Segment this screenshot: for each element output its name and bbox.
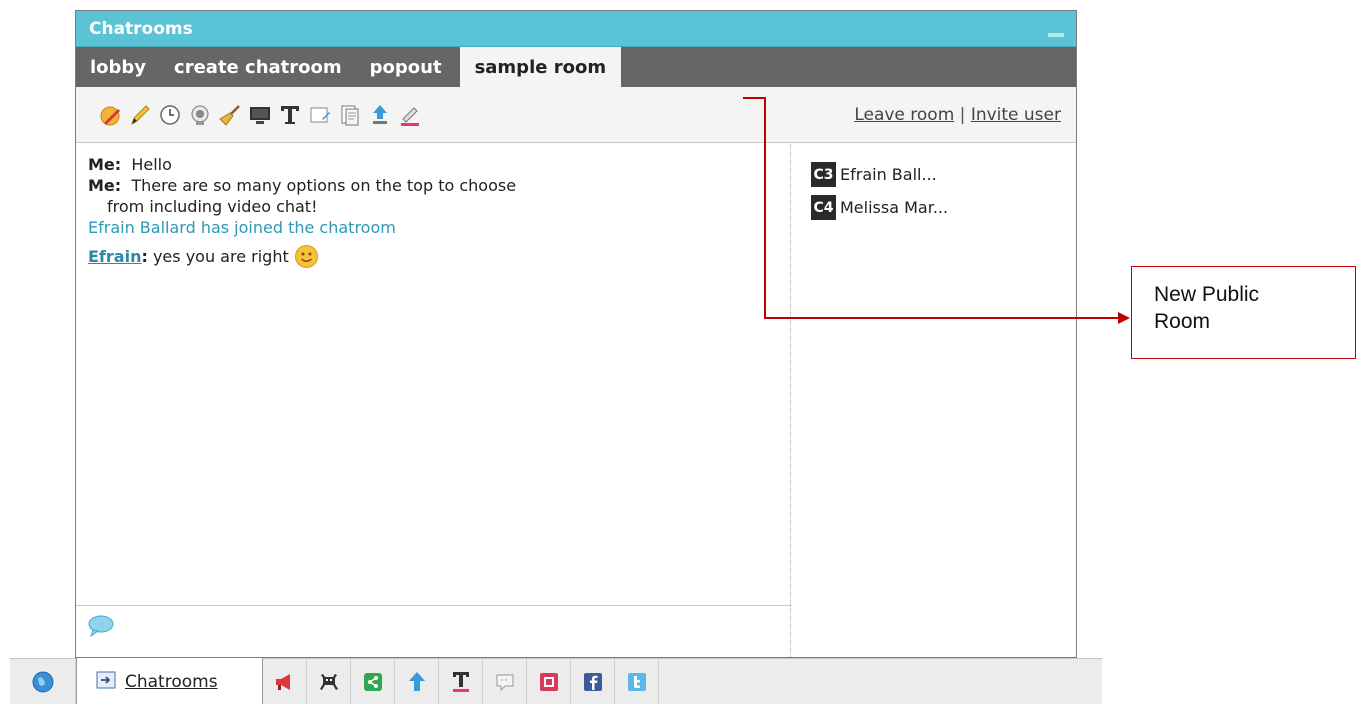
message-text: There are so many options on the top to … xyxy=(131,176,517,195)
user-list: C3 Efrain Ball... C4 Melissa Mar... xyxy=(791,144,1076,657)
link-separator: | xyxy=(959,104,966,125)
color-picker-icon[interactable] xyxy=(397,102,423,128)
message-sender-link[interactable]: Efrain xyxy=(88,246,141,267)
text-format-icon[interactable] xyxy=(277,102,303,128)
callout-text-line-1: New Public xyxy=(1154,283,1260,306)
chat-bubble-icon[interactable] xyxy=(87,615,115,642)
upload-icon[interactable] xyxy=(367,102,393,128)
minimize-button[interactable] xyxy=(1048,32,1064,37)
chatrooms-taskbar-label: Chatrooms xyxy=(125,671,218,692)
callout-box: New Public Room xyxy=(1131,266,1356,359)
system-message: Efrain Ballard has joined the chatroom xyxy=(88,218,396,237)
chat-content: Me: Hello Me: There are so many options … xyxy=(76,144,1076,657)
tab-bar: lobby create chatroom popout sample room xyxy=(76,47,1076,87)
tab-create-chatroom[interactable]: create chatroom xyxy=(160,47,356,87)
user-list-item[interactable]: C4 Melissa Mar... xyxy=(811,191,1076,224)
leave-room-link[interactable]: Leave room xyxy=(854,105,954,125)
message-sender: Me: xyxy=(88,155,122,174)
share-icon[interactable] xyxy=(351,659,395,704)
broom-icon[interactable] xyxy=(217,102,243,128)
chatrooms-window: Chatrooms lobby create chatroom popout s… xyxy=(75,10,1077,658)
whiteboard-icon[interactable] xyxy=(307,102,333,128)
pencil-icon[interactable] xyxy=(127,102,153,128)
twitter-icon[interactable] xyxy=(615,659,659,704)
bottom-bar-spacer xyxy=(659,659,1102,704)
tool-icons xyxy=(97,102,423,128)
room-toolbar: Leave room | Invite user xyxy=(76,87,1076,143)
callout-text-line-2: Room xyxy=(1154,310,1211,333)
message-text: yes you are right xyxy=(152,247,289,266)
tab-popout[interactable]: popout xyxy=(356,47,456,87)
window-titlebar: Chatrooms xyxy=(76,11,1076,47)
announcement-icon[interactable] xyxy=(263,659,307,704)
message-sender: Me: xyxy=(88,176,122,195)
message-list: Me: Hello Me: There are so many options … xyxy=(76,144,791,605)
globe-icon[interactable] xyxy=(10,659,76,704)
message-continuation: from including video chat! xyxy=(107,197,318,216)
user-list-item[interactable]: C3 Efrain Ball... xyxy=(811,158,1076,191)
message: Me: Hello xyxy=(88,154,778,175)
broadcast-icon[interactable] xyxy=(483,659,527,704)
facebook-icon[interactable] xyxy=(571,659,615,704)
clock-icon[interactable] xyxy=(157,102,183,128)
upload-arrow-icon[interactable] xyxy=(395,659,439,704)
tab-lobby[interactable]: lobby xyxy=(78,47,160,87)
games-icon[interactable] xyxy=(307,659,351,704)
tab-sample-room[interactable]: sample room xyxy=(459,47,622,87)
message: Efrain: yes you are right xyxy=(88,244,778,269)
screen-share-icon[interactable] xyxy=(247,102,273,128)
chatrooms-taskbar-button[interactable]: Chatrooms xyxy=(76,658,263,704)
message-text: Hello xyxy=(131,155,172,174)
message-input[interactable] xyxy=(120,610,782,653)
user-name: Efrain Ball... xyxy=(840,165,937,184)
message: Me: There are so many options on the top… xyxy=(88,175,778,217)
compose-area xyxy=(76,605,791,657)
text-icon[interactable] xyxy=(439,659,483,704)
bottom-bar: Chatrooms xyxy=(10,658,1102,704)
room-links: Leave room | Invite user xyxy=(854,105,1061,125)
sender-colon: : xyxy=(141,247,148,266)
smiley-icon[interactable] xyxy=(97,102,123,128)
user-badge: C4 xyxy=(811,195,836,220)
bookmark-icon[interactable] xyxy=(527,659,571,704)
user-badge: C3 xyxy=(811,162,836,187)
user-name: Melissa Mar... xyxy=(840,198,949,217)
invite-user-link[interactable]: Invite user xyxy=(971,105,1061,125)
chatroom-door-icon xyxy=(95,670,117,694)
webcam-icon[interactable] xyxy=(187,102,213,128)
window-title: Chatrooms xyxy=(89,18,193,39)
document-icon[interactable] xyxy=(337,102,363,128)
smiley-emoji-icon xyxy=(294,244,319,269)
